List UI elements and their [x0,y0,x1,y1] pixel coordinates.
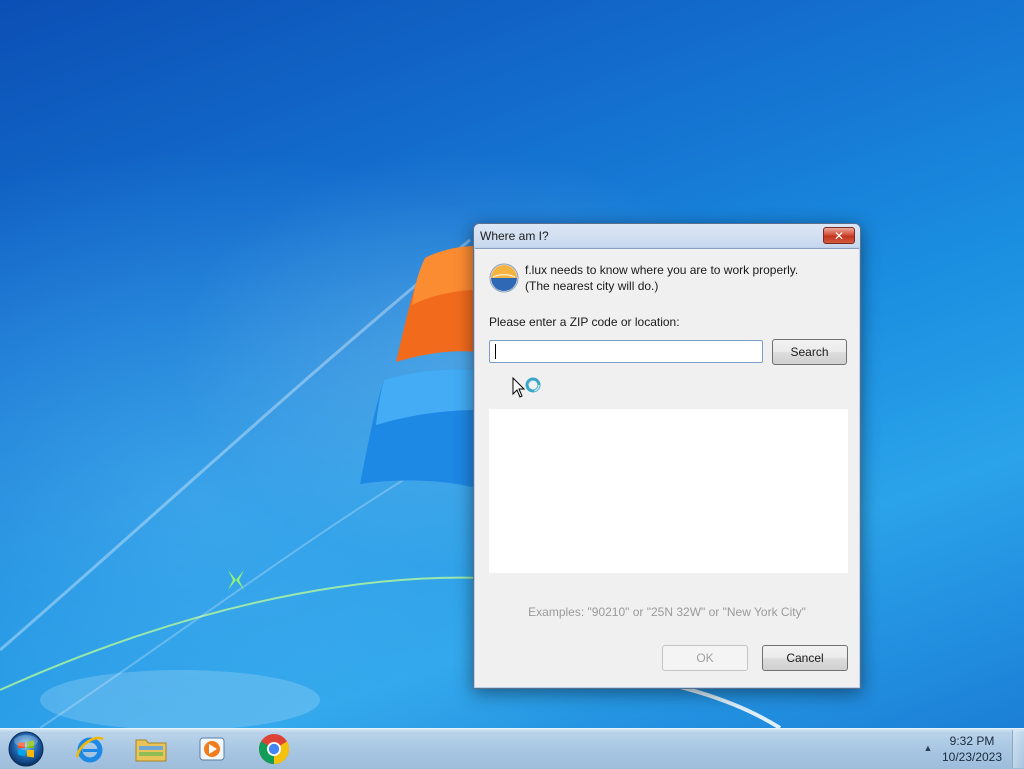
folder-icon [135,739,167,762]
ok-button[interactable]: OK [662,645,748,671]
location-input[interactable] [489,340,763,363]
intro-text-line1: f.lux needs to know where you are to wor… [525,263,799,277]
text-caret [495,344,496,359]
busy-cursor-icon [512,377,541,398]
location-prompt-label: Please enter a ZIP code or location: [489,315,680,329]
show-desktop-button[interactable] [1012,730,1024,768]
internet-explorer-icon [75,736,104,763]
search-results-list[interactable] [489,409,848,573]
taskbar: ▲ 9:32 PM 10/23/2023 [0,728,1024,769]
taskbar-chrome[interactable] [247,731,301,767]
close-button[interactable]: ✕ [823,227,855,244]
dialog-title: Where am I? [480,229,549,243]
media-player-icon [199,737,225,761]
search-button[interactable]: Search [772,339,847,365]
flux-sun-icon [489,263,519,293]
start-button[interactable] [6,730,46,768]
intro-text-line2: (The nearest city will do.) [525,279,659,293]
cancel-button[interactable]: Cancel [762,645,848,671]
dialog-body: f.lux needs to know where you are to wor… [475,248,859,687]
dialog-titlebar[interactable]: Where am I? ✕ [474,224,860,248]
taskbar-internet-explorer[interactable] [63,731,117,767]
taskbar-clock[interactable]: 9:32 PM 10/23/2023 [936,733,1008,765]
taskbar-windows-explorer[interactable] [124,731,178,767]
clock-time: 9:32 PM [949,734,995,748]
examples-hint: Examples: "90210" or "25N 32W" or "New Y… [528,605,806,619]
close-icon: ✕ [833,228,845,243]
clock-date: 10/23/2023 [941,750,1003,764]
chrome-icon [258,734,290,764]
where-am-i-dialog: Where am I? ✕ f.lux needs to know where … [473,223,861,689]
show-hidden-icons-arrow[interactable]: ▲ [922,743,934,755]
taskbar-media-player[interactable] [185,731,239,767]
